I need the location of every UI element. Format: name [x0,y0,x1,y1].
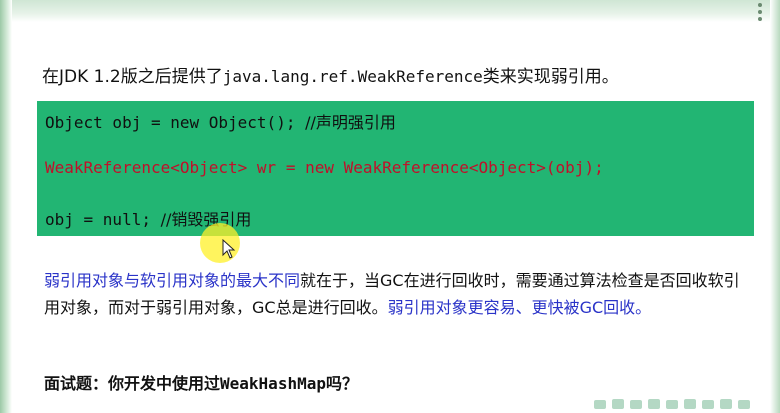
watermark [592,397,767,411]
code-line-2-code: WeakReference<Object> wr = new WeakRefer… [45,158,604,177]
question-class-name: WeakHashMap [220,374,326,393]
code-line-3-comment: //销毁强引用 [160,210,252,229]
code-line-3-code: obj = null; [45,210,161,229]
explanation-paragraph: 弱引用对象与软引用对象的最大不同就在于，当GC在进行回收时，需要通过算法检查是否… [44,267,754,321]
code-line-2: WeakReference<Object> wr = new WeakRefer… [45,158,604,177]
question-suffix: 吗？ [325,374,358,393]
interview-question: 面试题：你开发中使用过WeakHashMap吗？ [44,370,358,394]
code-line-1-comment: //声明强引用 [305,113,396,132]
slide-right-border [770,0,780,413]
more-options-icon[interactable] [758,3,762,24]
mouse-pointer-icon [222,239,236,259]
cursor-highlight [200,223,240,263]
paragraph-highlight-1: 弱引用对象与软引用对象的最大不同 [44,271,301,290]
code-line-1: Object obj = new Object(); //声明强引用 [45,109,396,133]
intro-sentence: 在JDK 1.2版之后提供了java.lang.ref.WeakReferenc… [42,62,762,87]
paragraph-highlight-2: 弱引用对象更容易、更快被GC回收。 [387,298,652,317]
intro-suffix: 类来实现弱引用。 [482,67,619,87]
intro-class-name: java.lang.ref.WeakReference [222,67,483,86]
slide-left-border [0,0,12,413]
question-prefix: 面试题：你开发中使用过 [44,374,221,393]
code-block: Object obj = new Object(); //声明强引用 WeakR… [37,101,754,236]
slide-top-border [0,0,780,22]
code-line-1-code: Object obj = new Object(); [45,113,306,132]
intro-prefix: 在JDK 1.2版之后提供了 [42,67,223,87]
